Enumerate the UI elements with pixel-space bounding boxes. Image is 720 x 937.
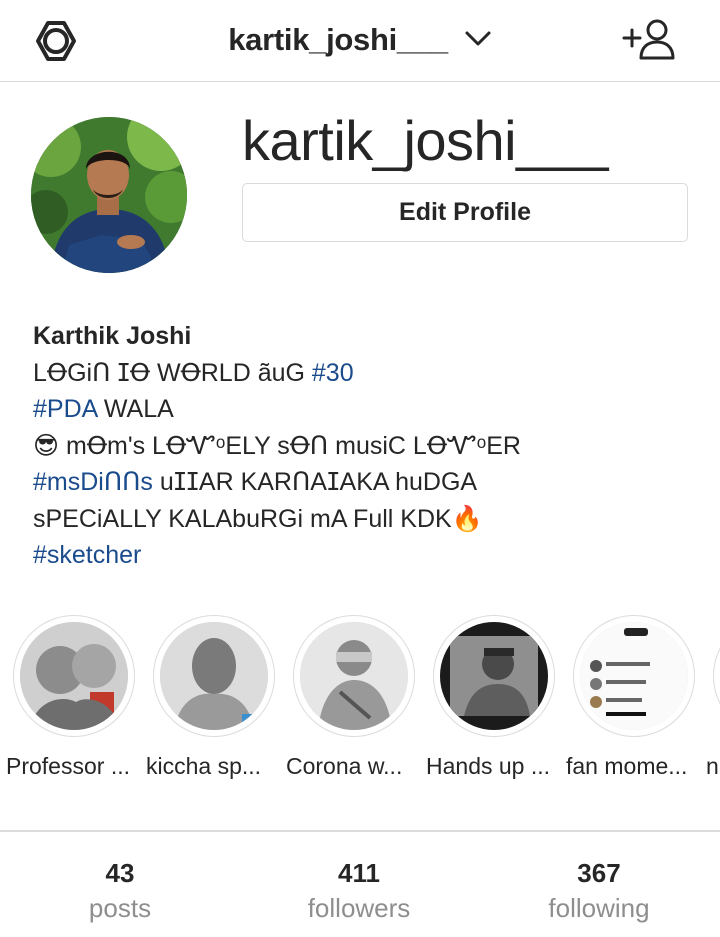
bio-line-6: #sketcher — [33, 537, 713, 574]
highlight-item[interactable]: n — [706, 615, 720, 779]
highlight-item[interactable]: kiccha sp... — [146, 615, 282, 779]
followers-label: followers — [307, 893, 411, 923]
profile-username: kartik_joshi___ — [242, 109, 609, 172]
bio-text: uⵊⵊAR KARᑎAⵊAKA huDGA — [152, 468, 478, 496]
following-count[interactable]: 367 following — [499, 858, 699, 924]
highlight-ring[interactable] — [13, 615, 135, 737]
bio-line-1: LꝊGiᑎ ⵊꝊ WꝊRLD ãuG #30 — [33, 355, 713, 392]
highlight-item[interactable]: Hands up ... — [426, 615, 562, 779]
highlight-thumbnail — [440, 622, 548, 730]
hashtag-link[interactable]: #30 — [312, 359, 354, 387]
posts-value: 43 — [105, 858, 135, 888]
hashtag-link[interactable]: #sketcher — [33, 541, 141, 569]
profile-avatar[interactable] — [31, 117, 187, 273]
add-person-icon[interactable] — [620, 16, 676, 62]
story-highlights: Professor ... kiccha sp... Corona w... H… — [0, 615, 720, 790]
profile-bio: Karthik Joshi LꝊGiᑎ ⵊꝊ WꝊRLD ãuG #30 #PD… — [33, 318, 713, 574]
highlight-label[interactable]: kiccha sp... — [146, 753, 296, 780]
followers-value: 411 — [338, 858, 380, 888]
posts-count[interactable]: 43 posts — [20, 858, 220, 924]
avatar-photo — [31, 117, 187, 273]
highlight-item[interactable]: Corona w... — [286, 615, 422, 779]
bio-line-5: sPECiALLY KALAbuRGi mA Full KDK🔥 — [33, 501, 713, 538]
chevron-down-icon[interactable] — [464, 30, 492, 48]
hashtag-link[interactable]: #msDiᑎᑎs — [33, 468, 153, 496]
highlight-thumbnail — [20, 622, 128, 730]
highlight-label[interactable]: Corona w... — [286, 753, 436, 780]
highlight-label[interactable]: Hands up ... — [426, 753, 576, 780]
following-label: following — [548, 893, 650, 923]
bio-text: LꝊGiᑎ ⵊꝊ WꝊRLD ãuG — [33, 358, 312, 387]
highlight-ring[interactable] — [573, 615, 695, 737]
highlight-label[interactable]: n — [706, 753, 720, 780]
hashtag-link[interactable]: #PDA — [33, 395, 97, 423]
highlight-ring[interactable] — [713, 615, 720, 737]
highlight-thumbnail — [300, 622, 408, 730]
account-switcher[interactable]: kartik_joshi___ — [0, 22, 720, 58]
highlight-ring[interactable] — [433, 615, 555, 737]
bio-line-3: 😎 mꝊm's LꝊᏉᵒELY sꝊᑎ musiC LꝊᏉᵒER — [33, 428, 713, 465]
followers-count[interactable]: 411 followers — [259, 858, 459, 924]
highlight-label[interactable]: fan mome... — [566, 753, 716, 780]
divider — [0, 830, 720, 832]
bio-line-2: #PDA WALA — [33, 391, 713, 428]
posts-label: posts — [88, 893, 152, 923]
highlight-ring[interactable] — [153, 615, 275, 737]
highlight-item[interactable]: fan mome... — [566, 615, 702, 779]
bio-name: Karthik Joshi — [33, 322, 192, 350]
bio-line-4: #msDiᑎᑎs uⵊⵊAR KARᑎAⵊAKA huDGA — [33, 464, 713, 501]
top-bar: kartik_joshi___ — [0, 0, 720, 82]
sunglasses-emoji-icon: 😎 — [33, 430, 60, 460]
highlight-label[interactable]: Professor ... — [6, 753, 156, 780]
account-name[interactable]: kartik_joshi___ — [228, 22, 448, 57]
following-value: 367 — [577, 858, 621, 888]
highlight-item[interactable]: Professor ... — [6, 615, 142, 779]
highlight-thumbnail — [160, 622, 268, 730]
fire-emoji-icon: 🔥 — [451, 503, 483, 533]
bio-text: mꝊm's LꝊᏉᵒELY sꝊᑎ musiC LꝊᏉᵒER — [59, 431, 521, 460]
bio-text: WALA — [96, 395, 174, 423]
bio-text: sPECiALLY KALAbuRGi mA Full KDK — [33, 504, 452, 533]
edit-profile-button[interactable]: Edit Profile — [242, 183, 688, 242]
highlight-ring[interactable] — [293, 615, 415, 737]
highlight-thumbnail — [580, 622, 688, 730]
